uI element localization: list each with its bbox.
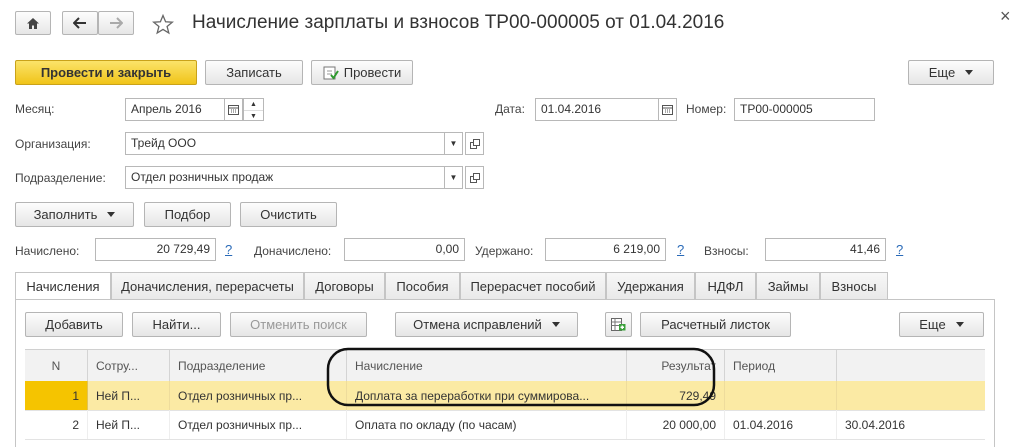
- organization-dropdown-button[interactable]: ▼: [444, 132, 463, 155]
- organization-label: Организация:: [15, 137, 91, 151]
- tab-contributions[interactable]: Взносы: [820, 272, 888, 299]
- month-calendar-button[interactable]: [224, 98, 243, 121]
- row-period-start: 01.04.2016: [725, 410, 837, 439]
- fill-button[interactable]: Заполнить: [15, 202, 134, 227]
- pick-button[interactable]: Подбор: [144, 202, 231, 227]
- tab-benefit-recalculation[interactable]: Перерасчет пособий: [460, 272, 606, 299]
- fill-button-label: Заполнить: [33, 207, 98, 222]
- chevron-down-icon: [965, 70, 974, 75]
- chevron-down-icon: [107, 212, 116, 217]
- post-button-label: Провести: [343, 65, 402, 80]
- payslip-button[interactable]: Расчетный листок: [640, 312, 791, 337]
- accrued-help-link[interactable]: ?: [225, 242, 232, 257]
- chevron-down-icon: ▼: [449, 139, 458, 148]
- tab-loans[interactable]: Займы: [756, 272, 820, 299]
- open-form-icon: [469, 138, 480, 149]
- accrued-label: Начислено:: [15, 244, 80, 258]
- row-result: 20 000,00: [627, 410, 725, 439]
- row-employee: Ней П...: [88, 410, 170, 439]
- clear-button[interactable]: Очистить: [240, 202, 337, 227]
- tab-additional-accruals[interactable]: Доначисления, перерасчеты: [111, 272, 304, 299]
- open-form-icon: [469, 172, 480, 183]
- date-field[interactable]: 01.04.2016: [535, 98, 659, 121]
- extra-accrued-field: 0,00: [344, 238, 465, 261]
- withheld-field: 6 219,00: [545, 238, 666, 261]
- more-button[interactable]: Еще: [908, 60, 994, 85]
- row-department: Отдел розничных пр...: [170, 410, 347, 439]
- tab-accruals[interactable]: Начисления: [15, 272, 111, 300]
- tab-contracts[interactable]: Договоры: [304, 272, 385, 299]
- arrow-left-icon: [73, 17, 86, 29]
- column-header-employee[interactable]: Сотру...: [88, 350, 170, 381]
- tab-deductions[interactable]: Удержания: [606, 272, 695, 299]
- withheld-label: Удержано:: [475, 244, 534, 258]
- stepper-up-icon[interactable]: ▲: [244, 99, 263, 110]
- contributions-label: Взносы:: [704, 244, 749, 258]
- window-title: Начисление зарплаты и взносов ТР00-00000…: [192, 12, 725, 33]
- post-document-icon: [323, 66, 339, 80]
- column-header-department[interactable]: Подразделение: [170, 350, 347, 381]
- post-button[interactable]: Провести: [311, 60, 413, 85]
- column-header-period-end[interactable]: [837, 350, 985, 381]
- date-calendar-button[interactable]: [658, 98, 677, 121]
- organization-open-button[interactable]: [465, 132, 484, 155]
- chevron-down-icon: [955, 322, 964, 327]
- cancel-fixes-label: Отмена исправлений: [413, 317, 542, 332]
- highlight-annotation: [326, 347, 716, 407]
- tab-more-button[interactable]: Еще: [899, 312, 984, 337]
- row-accrual: Оплата по окладу (по часам): [347, 410, 627, 439]
- more-button-label: Еще: [928, 65, 956, 80]
- chevron-down-icon: ▼: [449, 173, 458, 182]
- extra-accrued-label: Доначислено:: [254, 244, 332, 258]
- row-number: 1: [25, 381, 88, 410]
- row-period-start: [725, 381, 837, 410]
- save-button[interactable]: Записать: [205, 60, 303, 85]
- row-department: Отдел розничных пр...: [170, 381, 347, 410]
- forward-button[interactable]: [98, 11, 134, 35]
- accrued-field: 20 729,49: [95, 238, 216, 261]
- tab-benefits[interactable]: Пособия: [385, 272, 460, 299]
- department-open-button[interactable]: [465, 166, 484, 189]
- table-row[interactable]: 2 Ней П... Отдел розничных пр... Оплата …: [25, 410, 985, 440]
- spreadsheet-button[interactable]: [605, 312, 632, 337]
- row-number: 2: [25, 410, 88, 439]
- home-icon: [27, 17, 39, 29]
- department-label: Подразделение:: [15, 171, 106, 185]
- spreadsheet-icon: [611, 318, 626, 331]
- column-header-period[interactable]: Период: [725, 350, 837, 381]
- post-and-close-button[interactable]: Провести и закрыть: [15, 60, 197, 85]
- month-label: Месяц:: [15, 102, 55, 116]
- contributions-field: 41,46: [765, 238, 886, 261]
- stepper-down-icon[interactable]: ▼: [244, 110, 263, 122]
- star-icon: [152, 13, 174, 34]
- favorite-button[interactable]: [150, 11, 176, 37]
- home-button[interactable]: [15, 11, 51, 35]
- month-field[interactable]: Апрель 2016: [125, 98, 225, 121]
- close-icon[interactable]: ×: [1000, 6, 1011, 27]
- add-button[interactable]: Добавить: [25, 312, 123, 337]
- calendar-icon: [662, 105, 673, 115]
- date-label: Дата:: [495, 102, 525, 116]
- withheld-help-link[interactable]: ?: [677, 242, 684, 257]
- row-period-end: 30.04.2016: [845, 417, 906, 432]
- calendar-icon: [228, 105, 239, 115]
- row-period-end: [837, 381, 985, 410]
- contributions-help-link[interactable]: ?: [896, 242, 903, 257]
- row-employee: Ней П...: [88, 381, 170, 410]
- cancel-search-button[interactable]: Отменить поиск: [230, 312, 367, 337]
- find-button[interactable]: Найти...: [132, 312, 221, 337]
- organization-field[interactable]: Трейд ООО: [125, 132, 445, 155]
- department-field[interactable]: Отдел розничных продаж: [125, 166, 445, 189]
- month-stepper[interactable]: ▲ ▼: [243, 98, 264, 121]
- column-header-number[interactable]: N: [25, 350, 88, 381]
- back-button[interactable]: [62, 11, 98, 35]
- department-dropdown-button[interactable]: ▼: [444, 166, 463, 189]
- cancel-fixes-button[interactable]: Отмена исправлений: [395, 312, 578, 337]
- arrow-right-icon: [110, 17, 123, 29]
- chevron-down-icon: [551, 322, 560, 327]
- tab-ndfl[interactable]: НДФЛ: [695, 272, 756, 299]
- tab-more-label: Еще: [919, 317, 946, 332]
- number-label: Номер:: [686, 102, 727, 116]
- number-field[interactable]: ТР00-000005: [734, 98, 875, 121]
